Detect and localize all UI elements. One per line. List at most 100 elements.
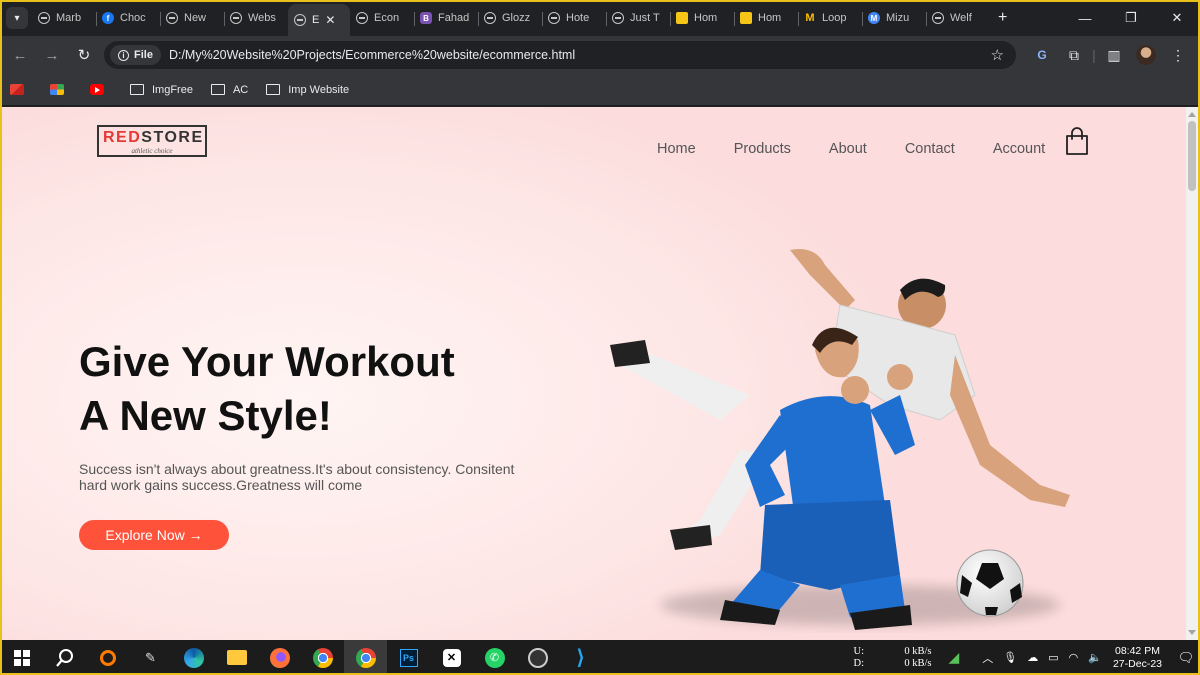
globe-icon — [356, 12, 368, 24]
tab-label: Welf — [950, 12, 972, 24]
minimize-icon[interactable]: — — [1062, 0, 1108, 36]
chrome-icon — [355, 647, 376, 668]
orange-search-icon — [99, 649, 116, 666]
tab-label: New — [184, 12, 207, 24]
translate-icon[interactable]: G — [1026, 39, 1058, 71]
volume-icon[interactable]: 🔈 — [1088, 651, 1102, 664]
tab-label: Just T — [630, 12, 660, 24]
browser-tab[interactable]: Webs — [224, 4, 288, 32]
profile-avatar[interactable] — [1136, 45, 1156, 65]
browser-tab[interactable]: Glozz — [478, 4, 542, 32]
start-button[interactable] — [0, 640, 43, 675]
toolbar-actions: G ⧉ | ▥ ⋮ — [1026, 39, 1194, 71]
tab-search-button[interactable]: ▾ — [6, 7, 28, 29]
microphone-icon[interactable]: 🎙 — [1003, 651, 1017, 664]
globe-icon — [612, 12, 624, 24]
chrome-icon — [312, 647, 333, 668]
redstore-logo[interactable]: REDSTORE athletic choice — [97, 125, 207, 157]
wifi-icon[interactable]: ◠ — [1069, 651, 1079, 664]
bookmark-star-icon[interactable]: ☆ — [991, 46, 1004, 64]
hero-footballers-image — [610, 249, 1070, 630]
nav-home[interactable]: Home — [657, 141, 696, 157]
site-info-label: File — [134, 49, 153, 61]
maps-icon — [50, 84, 64, 95]
taskbar-app-chrome-1[interactable] — [301, 640, 344, 675]
taskbar-app-whatsapp[interactable]: ✆ — [473, 640, 516, 675]
taskbar-app-photoshop[interactable]: Ps — [387, 640, 430, 675]
nav-account[interactable]: Account — [993, 141, 1045, 157]
nav-about[interactable]: About — [829, 141, 867, 157]
chevron-up-icon[interactable]: ︿ — [982, 650, 993, 666]
site-info-chip[interactable]: i File — [110, 45, 161, 65]
scroll-down-arrow[interactable] — [1188, 630, 1196, 635]
browser-tab[interactable]: M Mizu — [862, 4, 926, 32]
bookmark-folder-imp-website[interactable]: Imp Website — [266, 84, 349, 96]
browser-tab[interactable]: B Fahad — [414, 4, 478, 32]
tab-active[interactable]: E ✕ — [288, 4, 350, 36]
side-panel-icon[interactable]: ▥ — [1098, 39, 1130, 71]
tab-label: Loop — [822, 12, 847, 24]
cloud-icon[interactable]: ☁ — [1027, 651, 1038, 664]
globe-icon — [484, 12, 496, 24]
extensions-icon[interactable]: ⧉ — [1058, 39, 1090, 71]
taskbar-search[interactable] — [43, 640, 86, 675]
m-logo-icon: M — [805, 12, 815, 24]
url-text[interactable]: D:/My%20Website%20Projects/Ecommerce%20w… — [169, 48, 575, 62]
yellow-logo-icon — [740, 12, 752, 24]
signal-graph-icon[interactable]: ◢ — [949, 649, 960, 666]
bookmark-folder-ac[interactable]: AC — [210, 84, 248, 96]
browser-tab[interactable]: Hom — [734, 4, 798, 32]
taskbar-app-explorer[interactable] — [215, 640, 258, 675]
hero-title-line-1: Give Your Workout — [79, 338, 455, 385]
bookmark-maps[interactable] — [50, 84, 72, 95]
close-window-icon[interactable]: ✕ — [1154, 0, 1200, 36]
browser-tab[interactable]: f Choc — [96, 4, 160, 32]
youtube-icon — [90, 84, 104, 95]
browser-tab[interactable]: Marb — [32, 4, 96, 32]
menu-kebab-icon[interactable]: ⋮ — [1162, 39, 1194, 71]
shopping-bag-icon[interactable] — [1065, 127, 1089, 155]
notification-center-icon[interactable]: 🗨 — [1172, 650, 1200, 666]
scroll-thumb[interactable] — [1188, 121, 1196, 191]
browser-tab[interactable]: Just T — [606, 4, 670, 32]
browser-tab[interactable]: Econ — [350, 4, 414, 32]
clock-time: 08:42 PM — [1115, 644, 1160, 657]
forward-arrow-icon[interactable]: → — [36, 39, 68, 71]
back-arrow-icon[interactable]: ← — [4, 39, 36, 71]
taskbar-app-capcut[interactable]: ✕ — [430, 640, 473, 675]
tab-label: Marb — [56, 12, 82, 24]
close-tab-icon[interactable]: ✕ — [325, 13, 335, 27]
browser-tab[interactable]: M Loop — [798, 4, 862, 32]
nav-products[interactable]: Products — [734, 141, 791, 157]
tab-label: Glozz — [502, 12, 531, 24]
scroll-up-arrow[interactable] — [1188, 112, 1196, 117]
gmail-icon — [10, 84, 24, 95]
new-tab-button[interactable]: + — [998, 9, 1007, 27]
windows-taskbar: ✎ Ps ✕ ✆ ⟩ U: 0 kB/s D: 0 kB/s ◢ ︿ 🎙 ☁ ▭ ◠… — [0, 640, 1200, 675]
explore-now-button[interactable]: Explore Now → — [79, 520, 229, 550]
taskbar-app-vscode[interactable]: ⟩ — [559, 640, 602, 675]
browser-tab[interactable]: New — [160, 4, 224, 32]
browser-tab[interactable]: Hote — [542, 4, 606, 32]
taskbar-app-edge[interactable] — [172, 640, 215, 675]
taskbar-clock[interactable]: 08:42 PM 27-Dec-23 — [1113, 645, 1162, 671]
battery-icon[interactable]: ▭ — [1048, 651, 1058, 664]
bookmark-gmail[interactable] — [10, 84, 32, 95]
nav-contact[interactable]: Contact — [905, 141, 955, 157]
taskbar-app-pen[interactable]: ✎ — [129, 640, 172, 675]
reload-icon[interactable]: ↻ — [68, 39, 100, 71]
taskbar-app-firefox[interactable] — [258, 640, 301, 675]
bookmark-youtube[interactable] — [90, 84, 112, 95]
taskbar-app-obs[interactable] — [516, 640, 559, 675]
folder-icon — [266, 84, 281, 95]
globe-icon — [230, 12, 242, 24]
restore-icon[interactable]: ❐ — [1108, 0, 1154, 36]
taskbar-app-search-tool[interactable] — [86, 640, 129, 675]
browser-tab[interactable]: Welf — [926, 4, 990, 32]
taskbar-app-chrome-2[interactable] — [344, 640, 387, 675]
photoshop-icon: Ps — [399, 648, 418, 667]
bookmark-folder-imgfree[interactable]: ImgFree — [130, 84, 193, 96]
page-scrollbar[interactable] — [1186, 107, 1198, 640]
address-bar[interactable]: i File D:/My%20Website%20Projects/Ecomme… — [104, 41, 1016, 69]
browser-tab[interactable]: Hom — [670, 4, 734, 32]
